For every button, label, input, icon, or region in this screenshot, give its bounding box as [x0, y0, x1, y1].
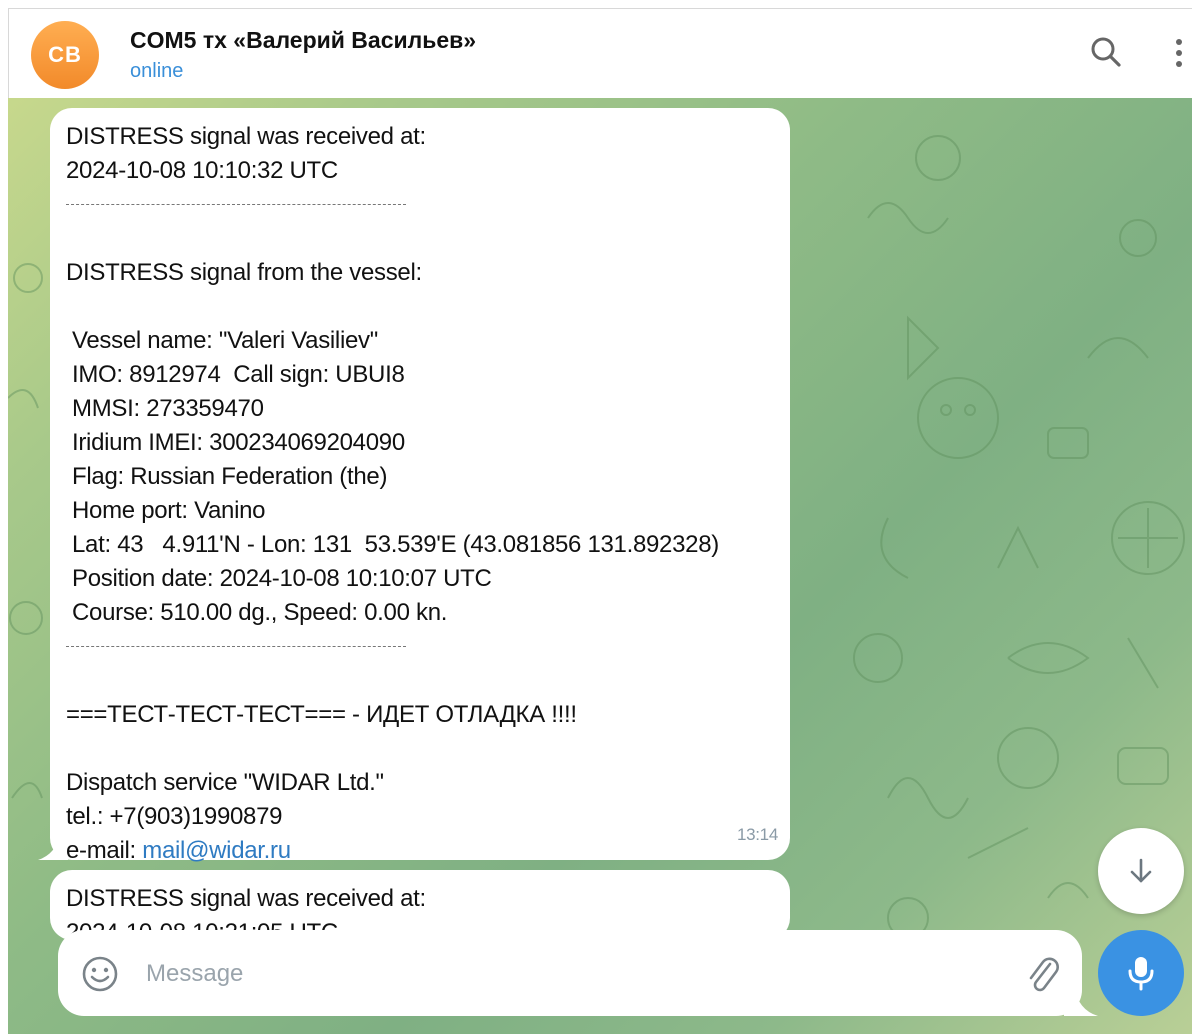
- chat-status: online: [130, 60, 184, 82]
- message-line: 2024-10-08 10:10:32 UTC: [66, 157, 338, 184]
- search-button[interactable]: [1085, 31, 1129, 75]
- message-line: Home port: Vanino: [72, 497, 266, 524]
- message-line: Course: 510.00 dg., Speed: 0.00 kn.: [72, 599, 448, 626]
- message-line: DISTRESS signal was received at:: [66, 885, 426, 912]
- emoji-button[interactable]: [80, 954, 120, 994]
- message-line: Position date: 2024-10-08 10:10:07 UTC: [72, 565, 492, 592]
- message-line: [66, 290, 772, 324]
- message-line: MMSI: 273359470: [72, 395, 264, 422]
- message-line: Iridium IMEI: 300234069204090: [72, 429, 405, 456]
- more-vertical-icon: [1176, 39, 1182, 67]
- chat-area[interactable]: DISTRESS signal was received at: 2024-10…: [8, 98, 1192, 1034]
- scroll-down-button[interactable]: [1098, 828, 1184, 914]
- chat-title[interactable]: COM5 тх «Валерий Васильев»: [130, 27, 476, 54]
- chat-header: CB COM5 тх «Валерий Васильев» online: [8, 8, 1192, 98]
- message-line: DISTRESS signal was received at:: [66, 123, 426, 150]
- microphone-icon: [1128, 957, 1154, 991]
- email-label: e-mail:: [66, 837, 143, 864]
- voice-message-button[interactable]: [1098, 930, 1184, 1016]
- message-line: tel.: +7(903)1990879: [66, 803, 283, 830]
- message-line: Dispatch service "WIDAR Ltd.": [66, 769, 384, 796]
- search-icon: [1091, 37, 1121, 67]
- message-line: Vessel name: "Valeri Vasiliev": [72, 327, 378, 354]
- message-composer: [58, 930, 1082, 1016]
- separator-line: [66, 188, 772, 222]
- email-link[interactable]: mail@widar.ru: [142, 837, 291, 864]
- message-line: Flag: Russian Federation (the): [72, 463, 388, 490]
- message-line: Lat: 43 4.911'N - Lon: 131 53.539'E (43.…: [72, 531, 719, 558]
- more-menu-button[interactable]: [1169, 31, 1189, 75]
- attach-button[interactable]: [1022, 952, 1062, 996]
- emoji-icon: [82, 956, 118, 992]
- message-line: [66, 732, 772, 766]
- separator-line: [66, 630, 772, 664]
- avatar[interactable]: CB: [31, 21, 99, 89]
- message-line: [66, 664, 772, 698]
- message-line: [66, 222, 772, 256]
- message-line: DISTRESS signal from the vessel:: [66, 259, 422, 286]
- message-line: e-mail: mail@widar.ru: [66, 834, 772, 868]
- arrow-down-icon: [1130, 858, 1152, 883]
- message-line: IMO: 8912974 Call sign: UBUI8: [72, 361, 405, 388]
- paperclip-icon: [1029, 957, 1059, 992]
- message-input[interactable]: [144, 950, 1008, 998]
- message-time: 13:14: [736, 825, 778, 844]
- message-bubble[interactable]: DISTRESS signal was received at: 2024-10…: [50, 108, 790, 864]
- message-line: ===ТЕСТ-ТЕСТ-ТЕСТ=== - ИДЕТ ОТЛАДКА !!!!: [66, 701, 577, 728]
